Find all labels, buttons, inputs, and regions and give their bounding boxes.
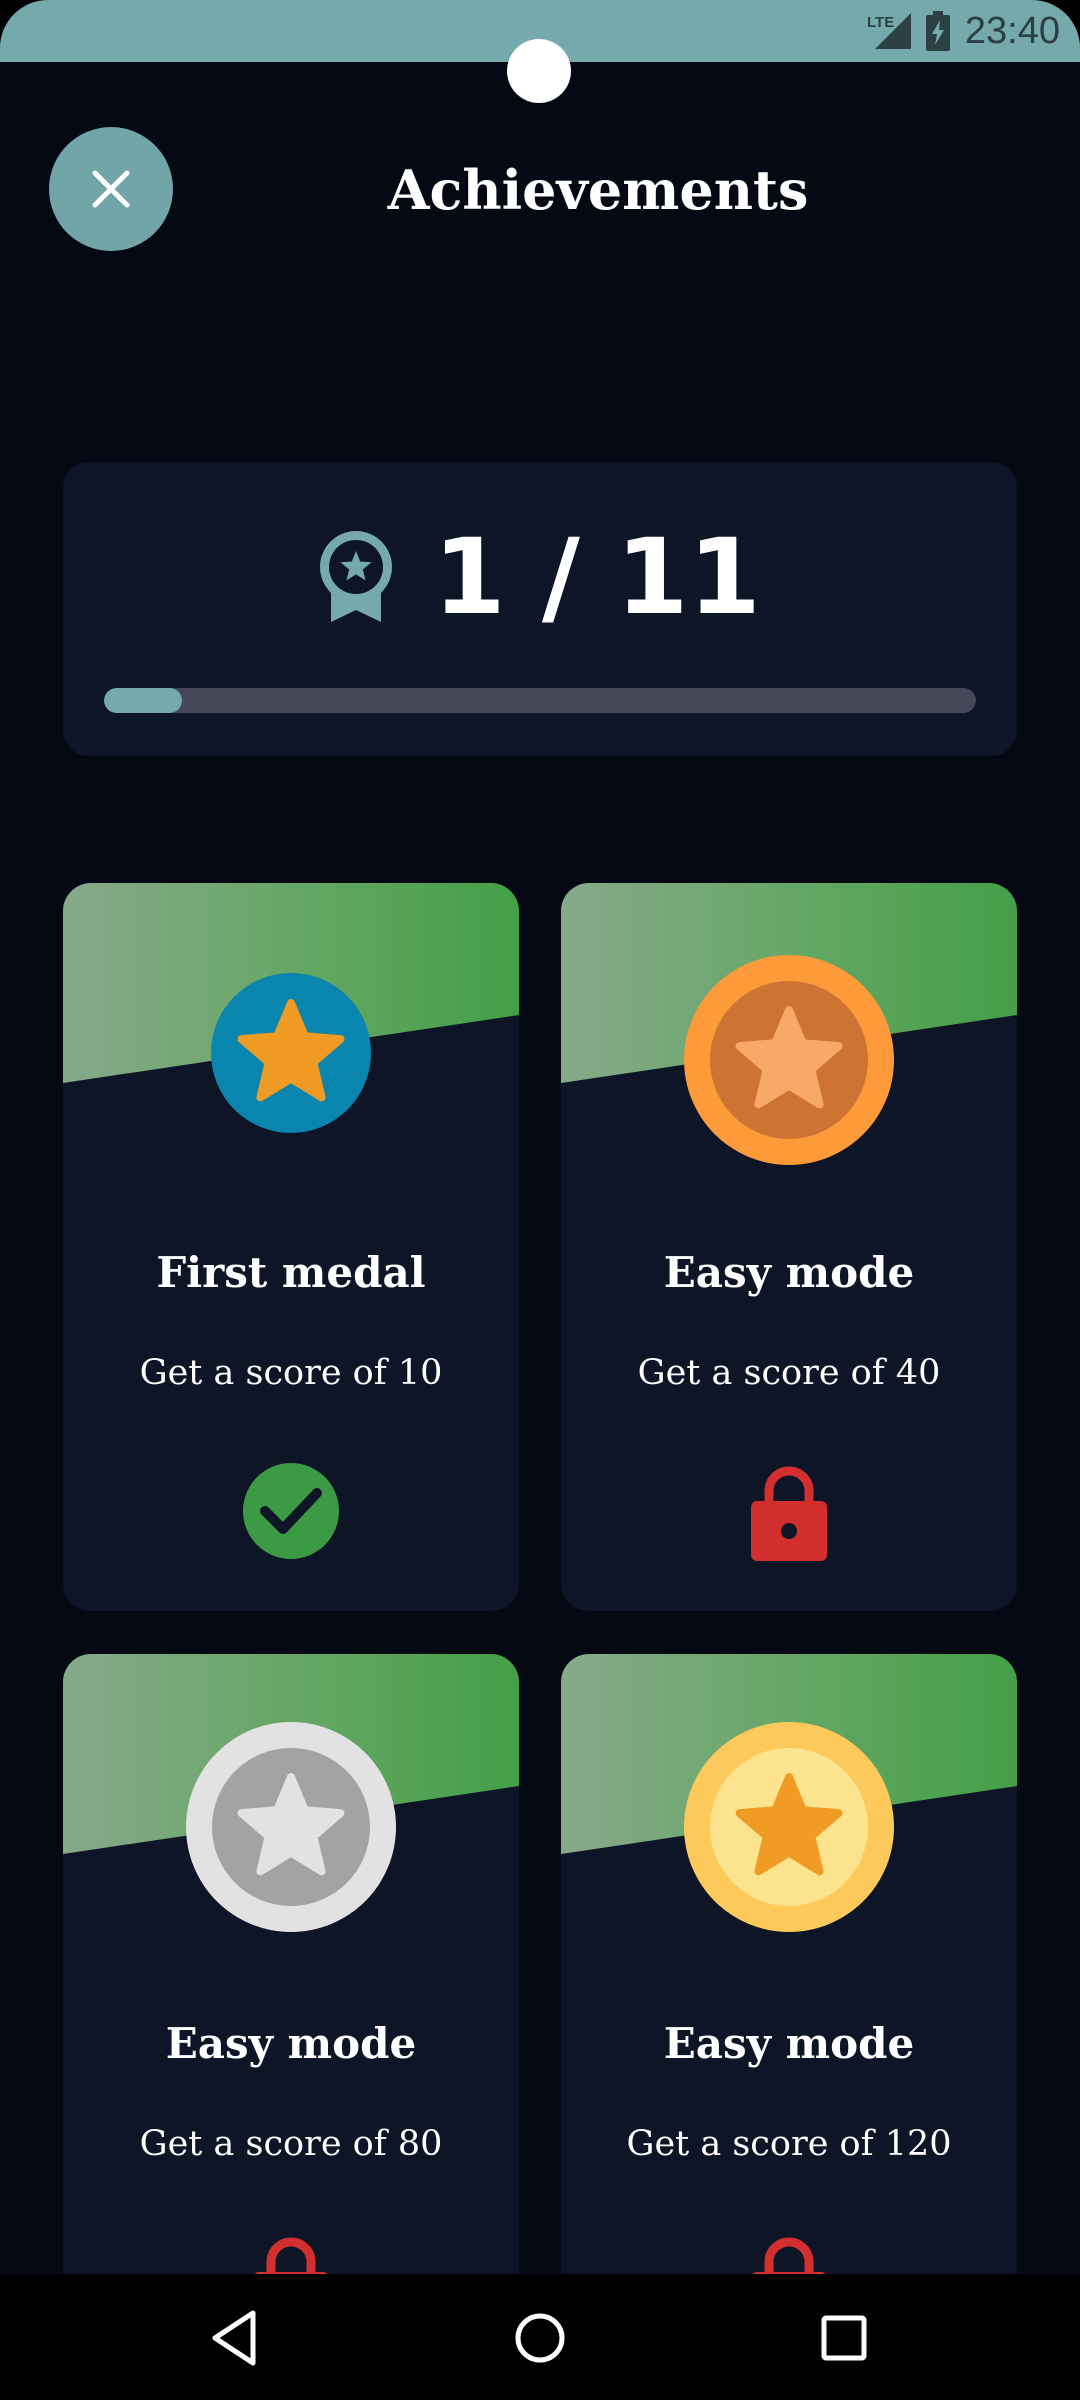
lte-signal-icon: LTE — [867, 13, 911, 49]
status-time: 23:40 — [964, 9, 1060, 52]
achievement-description: Get a score of 10 — [139, 1353, 443, 1393]
page-title: Achievements — [387, 158, 809, 222]
achievement-title: First medal — [156, 1248, 426, 1297]
gold-star-medal-icon — [684, 1722, 894, 1932]
achievement-card[interactable]: Easy mode Get a score of 40 — [561, 883, 1017, 1611]
home-icon[interactable] — [505, 2303, 575, 2373]
silver-star-medal-icon — [186, 1722, 396, 1932]
award-ribbon-icon — [320, 531, 393, 622]
progress-bar-fill — [104, 688, 183, 713]
progress-card: 1 / 11 — [63, 462, 1017, 756]
achievement-card[interactable]: First medal Get a score of 10 — [63, 883, 519, 1611]
achievement-title: Easy mode — [165, 2019, 417, 2068]
bronze-star-medal-icon — [684, 955, 894, 1165]
progress-count: 1 / 11 — [433, 516, 761, 638]
achievement-description: Get a score of 80 — [139, 2124, 443, 2164]
back-icon[interactable] — [201, 2303, 271, 2373]
lock-icon — [751, 1466, 827, 1561]
achievement-description: Get a score of 40 — [637, 1353, 941, 1393]
progress-summary: 1 / 11 — [63, 522, 1017, 632]
achievement-card[interactable]: Easy mode Get a score of 80 — [63, 1654, 519, 2382]
recents-icon[interactable] — [809, 2303, 879, 2373]
status-icons: LTE 23:40 — [867, 0, 1060, 62]
camera-cutout — [507, 39, 571, 103]
blue-star-medal-icon — [211, 973, 371, 1133]
progress-bar — [104, 688, 976, 713]
achievement-title: Easy mode — [663, 2019, 915, 2068]
app-screen: LTE 23:40 Achievements 1 / 11 First meda… — [0, 0, 1080, 2400]
achievement-title: Easy mode — [663, 1248, 915, 1297]
battery-charging-icon — [925, 11, 950, 51]
achievement-description: Get a score of 120 — [626, 2124, 952, 2164]
check-circle-icon — [243, 1463, 339, 1559]
svg-text:LTE: LTE — [867, 14, 894, 31]
achievement-card[interactable]: Easy mode Get a score of 120 — [561, 1654, 1017, 2382]
